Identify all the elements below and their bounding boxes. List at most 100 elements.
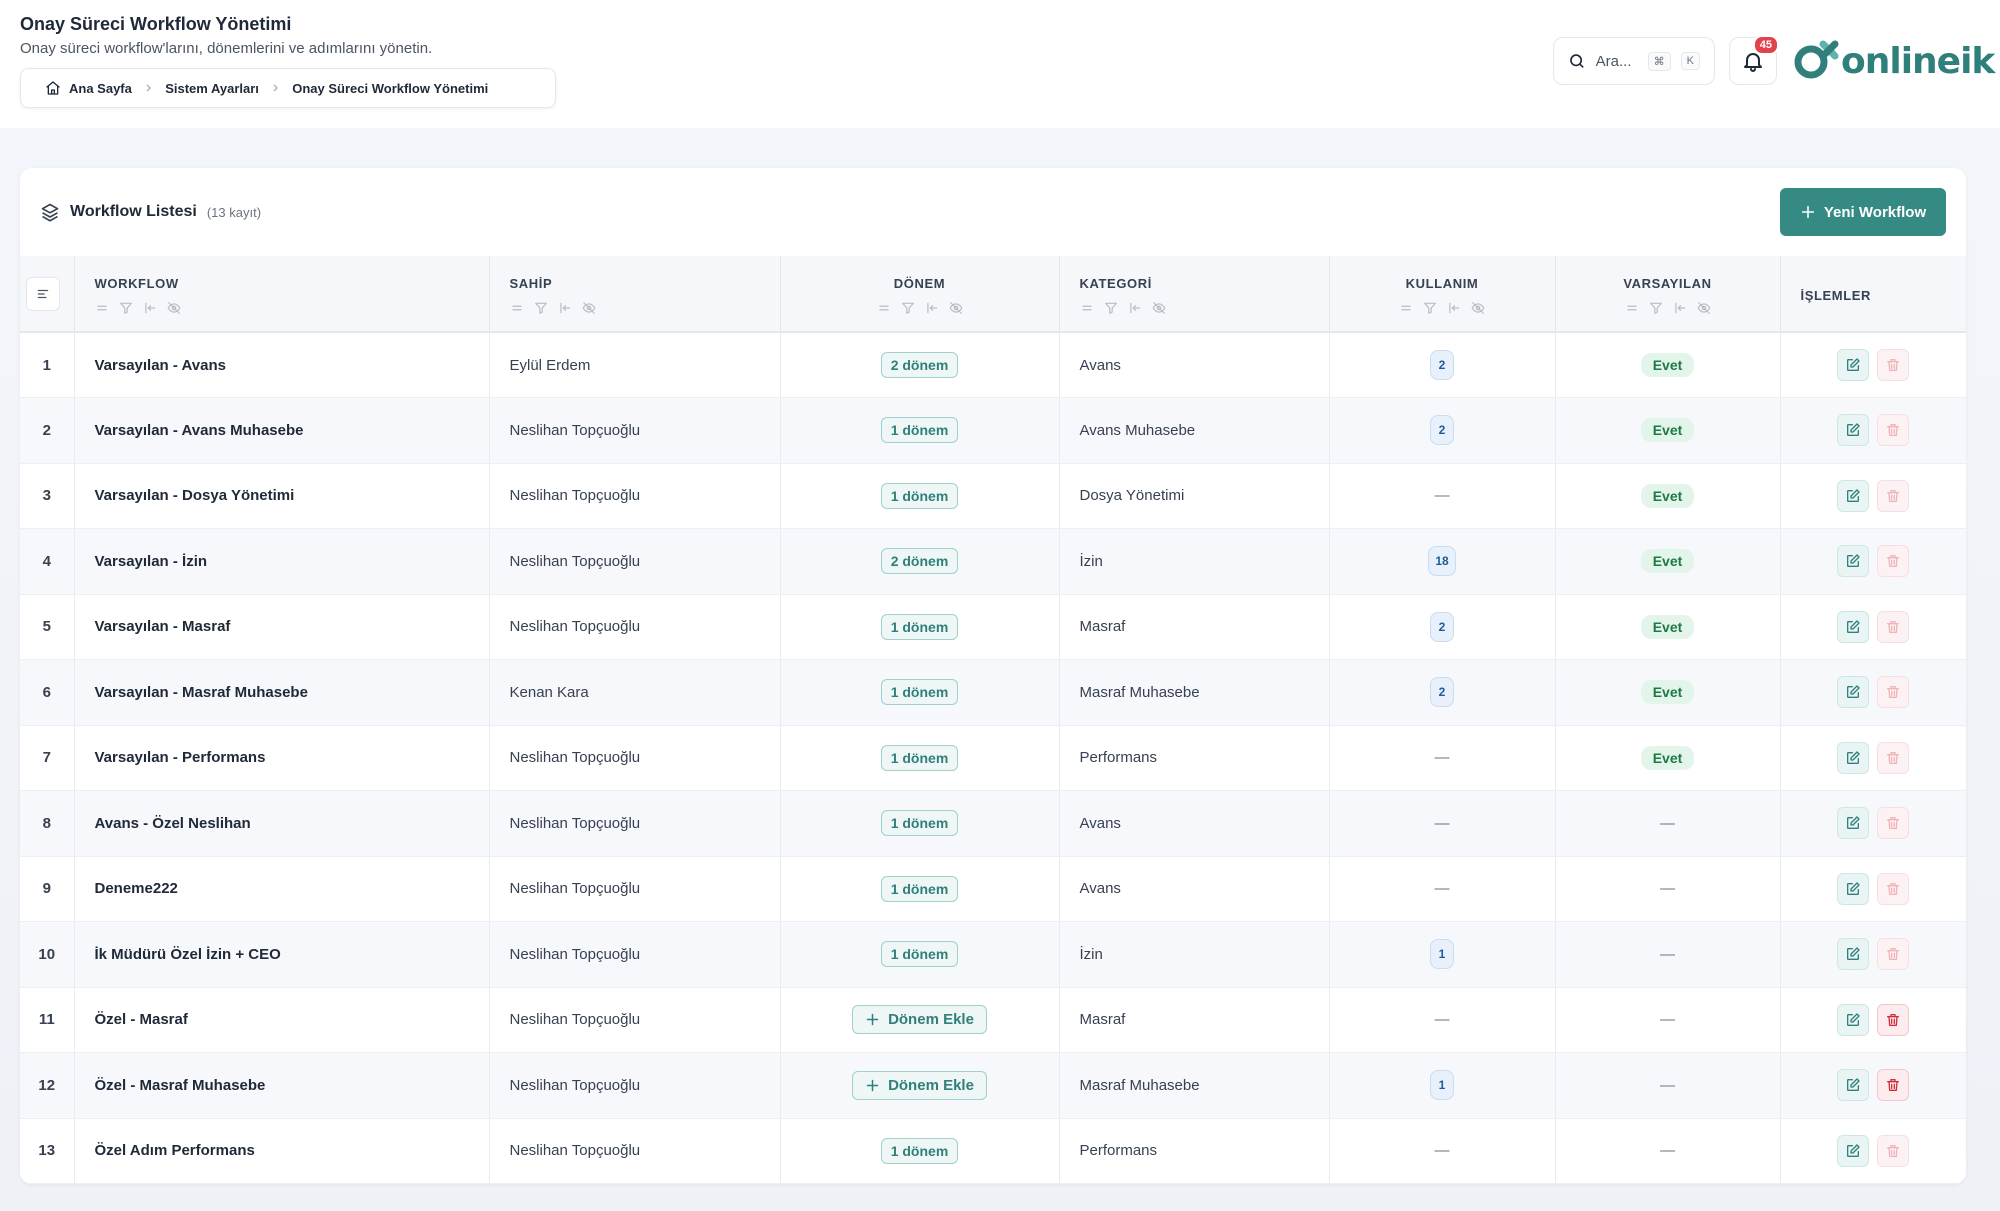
edit-button[interactable] xyxy=(1837,807,1870,840)
delete-button[interactable] xyxy=(1877,1069,1910,1102)
brand-logo[interactable]: onlineik xyxy=(1793,40,1995,82)
column-header-owner[interactable]: SAHİP xyxy=(489,256,781,333)
delete-button[interactable] xyxy=(1877,349,1910,381)
add-period-button[interactable]: Dönem Ekle xyxy=(852,1070,987,1100)
workflow-name[interactable]: Varsayılan - Performans xyxy=(74,725,490,791)
delete-button[interactable] xyxy=(1877,479,1910,512)
sort-icon[interactable] xyxy=(95,301,109,315)
period-badge[interactable]: 1 dönem xyxy=(880,417,959,444)
workflow-name[interactable]: Avans - Özel Neslihan xyxy=(74,790,490,857)
pin-column-icon[interactable] xyxy=(925,301,939,315)
search-input[interactable] xyxy=(1595,52,1638,70)
delete-button[interactable] xyxy=(1877,938,1910,971)
sort-icon[interactable] xyxy=(1625,301,1639,315)
workflow-name[interactable]: Deneme222 xyxy=(74,856,490,922)
sort-icon[interactable] xyxy=(510,301,524,315)
new-workflow-button[interactable]: Yeni Workflow xyxy=(1780,188,1946,236)
filter-icon[interactable] xyxy=(901,301,915,315)
period-badge[interactable]: 2 dönem xyxy=(880,352,959,378)
sort-icon[interactable] xyxy=(877,301,891,315)
workflow-name[interactable]: Varsayılan - Masraf xyxy=(74,594,490,660)
add-period-button[interactable]: Dönem Ekle xyxy=(852,1005,987,1035)
hide-column-icon[interactable] xyxy=(166,301,181,315)
delete-button[interactable] xyxy=(1877,676,1910,709)
filter-icon[interactable] xyxy=(534,301,548,315)
workflow-name[interactable]: Varsayılan - Masraf Muhasebe xyxy=(74,659,490,726)
delete-button[interactable] xyxy=(1877,872,1910,905)
column-header-category[interactable]: KATEGORİ xyxy=(1059,256,1330,333)
workflow-name[interactable]: Varsayılan - Dosya Yönetimi xyxy=(74,463,490,529)
table-row[interactable]: 8 Avans - Özel Neslihan Neslihan Topçuoğlu… xyxy=(20,790,1966,857)
table-row[interactable]: 6 Varsayılan - Masraf Muhasebe Kenan Kara 1… xyxy=(20,659,1966,726)
workflow-name[interactable]: Özel - Masraf Muhasebe xyxy=(74,1052,490,1119)
filter-icon[interactable] xyxy=(1649,301,1663,315)
table-row[interactable]: 4 Varsayılan - İzin Neslihan Topçuoğlu 2 dö… xyxy=(20,528,1966,595)
filter-icon[interactable] xyxy=(119,301,133,315)
workflow-name[interactable]: Varsayılan - Avans Muhasebe xyxy=(74,397,490,464)
pin-column-icon[interactable] xyxy=(558,301,572,315)
table-row[interactable]: 13 Özel Adım Performans Neslihan Topçuoğlu… xyxy=(20,1118,1966,1184)
delete-button[interactable] xyxy=(1877,1003,1910,1036)
table-row[interactable]: 11 Özel - Masraf Neslihan Topçuoğlu Dönem E… xyxy=(20,987,1966,1053)
period-badge[interactable]: 1 dönem xyxy=(880,810,959,837)
hide-column-icon[interactable] xyxy=(1471,301,1485,315)
column-header-workflow[interactable]: WORKFLOW xyxy=(74,256,490,333)
edit-button[interactable] xyxy=(1837,741,1870,774)
table-row[interactable]: 9 Deneme222 Neslihan Topçuoğlu 1 dönem Avans… xyxy=(20,856,1966,922)
table-row[interactable]: 3 Varsayılan - Dosya Yönetimi Neslihan Top… xyxy=(20,463,1966,529)
filter-icon[interactable] xyxy=(1104,301,1118,315)
hide-column-icon[interactable] xyxy=(1151,301,1166,315)
table-row[interactable]: 5 Varsayılan - Masraf Neslihan Topçuoğlu 1 … xyxy=(20,594,1966,660)
notifications-button[interactable]: 45 xyxy=(1729,35,1779,85)
table-row[interactable]: 7 Varsayılan - Performans Neslihan Topçuoğ… xyxy=(20,725,1966,791)
period-badge[interactable]: 1 dönem xyxy=(880,613,959,640)
edit-button[interactable] xyxy=(1837,676,1870,709)
breadcrumb-home[interactable]: Ana Sayfa xyxy=(45,80,132,96)
period-badge[interactable]: 1 dönem xyxy=(880,875,959,902)
period-badge[interactable]: 2 dönem xyxy=(880,548,959,575)
column-header-period[interactable]: DÖNEM xyxy=(780,256,1060,333)
period-badge[interactable]: 1 dönem xyxy=(880,679,959,706)
workflow-name[interactable]: Varsayılan - Avans xyxy=(74,332,490,398)
period-badge[interactable]: 1 dönem xyxy=(880,482,959,509)
edit-button[interactable] xyxy=(1837,1069,1870,1102)
delete-button[interactable] xyxy=(1877,610,1910,643)
period-badge[interactable]: 1 dönem xyxy=(880,941,959,968)
workflow-name[interactable]: İk Müdürü Özel İzin + CEO xyxy=(74,921,490,988)
delete-button[interactable] xyxy=(1877,414,1910,447)
edit-button[interactable] xyxy=(1837,414,1870,447)
hide-column-icon[interactable] xyxy=(1696,301,1711,315)
period-badge[interactable]: 1 dönem xyxy=(880,1137,959,1164)
edit-button[interactable] xyxy=(1837,479,1870,512)
edit-button[interactable] xyxy=(1837,872,1870,905)
pin-column-icon[interactable] xyxy=(1128,301,1142,315)
pin-column-icon[interactable] xyxy=(1673,301,1687,315)
sort-icon[interactable] xyxy=(1399,301,1413,315)
table-row[interactable]: 1 Varsayılan - Avans Eylül Erdem 2 dönem Ava… xyxy=(20,332,1966,398)
edit-button[interactable] xyxy=(1837,1134,1870,1167)
filter-icon[interactable] xyxy=(1423,301,1437,315)
workflow-name[interactable]: Özel Adım Performans xyxy=(74,1118,490,1184)
search-box[interactable]: ⌘ K xyxy=(1553,37,1715,85)
workflow-name[interactable]: Özel - Masraf xyxy=(74,987,490,1053)
delete-button[interactable] xyxy=(1877,741,1910,774)
workflow-name[interactable]: Varsayılan - İzin xyxy=(74,528,490,595)
period-badge[interactable]: 1 dönem xyxy=(880,744,959,771)
table-row[interactable]: 12 Özel - Masraf Muhasebe Neslihan Topçuoğ… xyxy=(20,1052,1966,1119)
pin-column-icon[interactable] xyxy=(143,301,157,315)
hide-column-icon[interactable] xyxy=(581,301,596,315)
edit-button[interactable] xyxy=(1837,545,1870,578)
delete-button[interactable] xyxy=(1877,1134,1910,1167)
delete-button[interactable] xyxy=(1877,545,1910,578)
column-header-usage[interactable]: KULLANIM xyxy=(1329,256,1556,333)
column-settings-button[interactable] xyxy=(26,276,60,311)
delete-button[interactable] xyxy=(1877,807,1910,840)
hide-column-icon[interactable] xyxy=(948,301,963,315)
edit-button[interactable] xyxy=(1837,349,1870,381)
pin-column-icon[interactable] xyxy=(1447,301,1461,315)
column-header-default[interactable]: VARSAYILAN xyxy=(1555,256,1781,333)
breadcrumb-system-settings[interactable]: Sistem Ayarları xyxy=(165,81,259,96)
edit-button[interactable] xyxy=(1837,938,1870,971)
edit-button[interactable] xyxy=(1837,610,1870,643)
sort-icon[interactable] xyxy=(1080,301,1094,315)
